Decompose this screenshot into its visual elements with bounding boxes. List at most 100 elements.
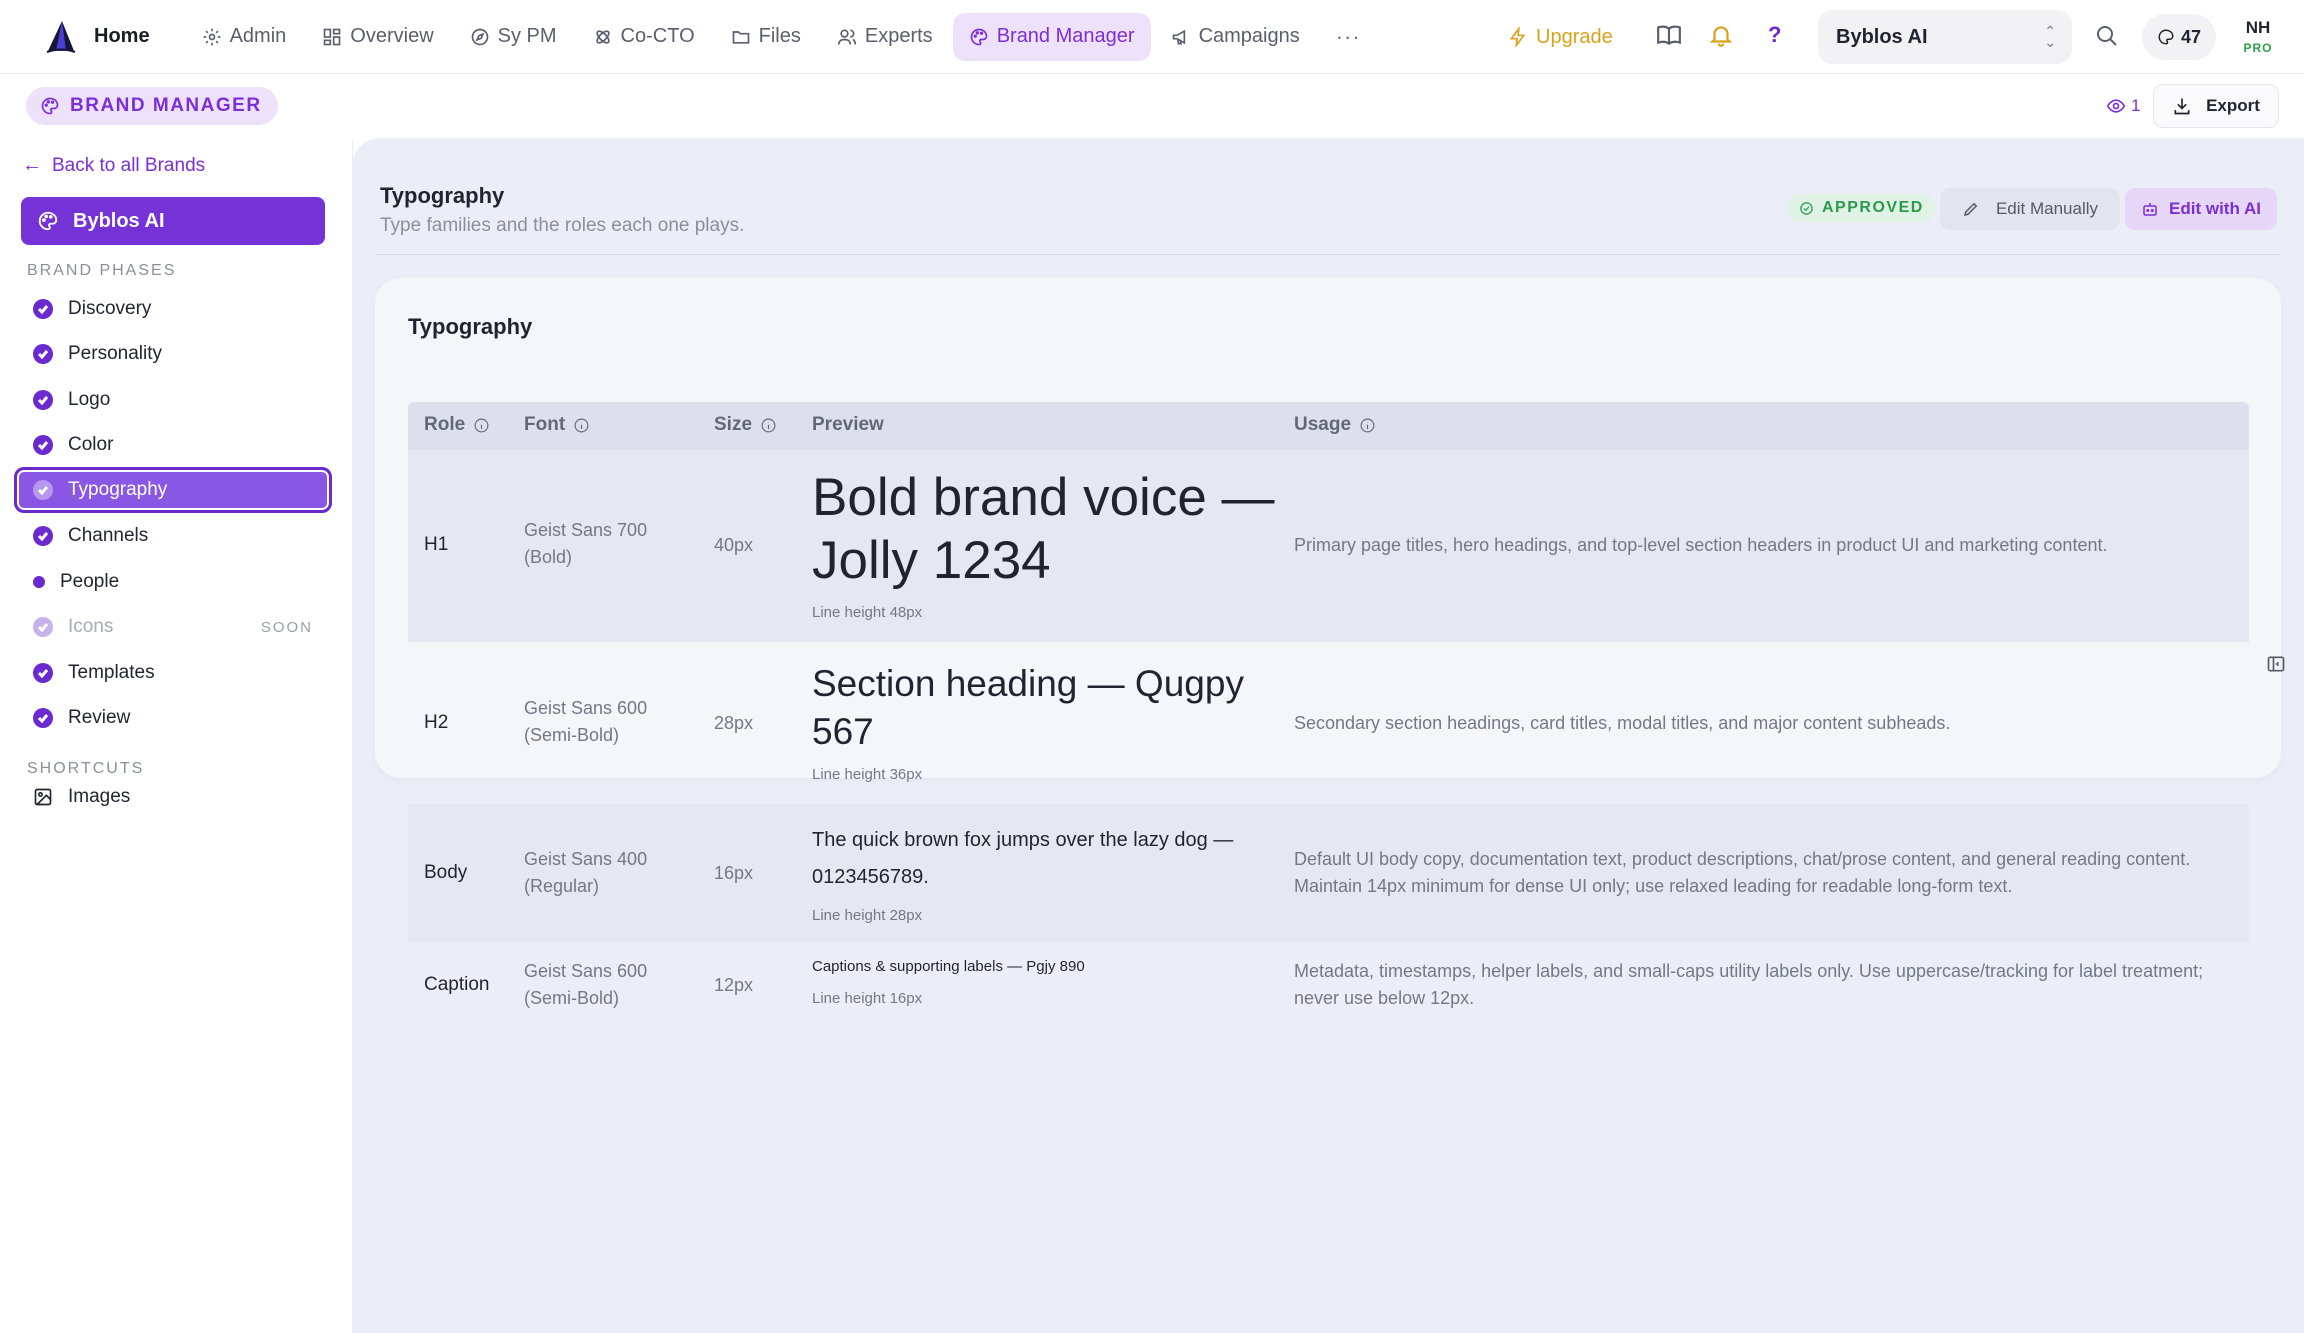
sidebar-item-label: People — [60, 571, 120, 592]
image-icon — [34, 788, 52, 806]
soon-badge: SOON — [260, 618, 313, 636]
grid-icon — [323, 28, 341, 45]
column-preview-label: Preview — [812, 414, 884, 435]
export-button[interactable]: Export — [2153, 84, 2279, 128]
sidebar-item-label: Personality — [68, 343, 162, 364]
edit-manually-button[interactable]: Edit Manually — [1940, 188, 2120, 230]
credits-count: 47 — [2180, 26, 2202, 47]
info-icon[interactable] — [473, 417, 490, 434]
column-role: Role — [424, 414, 490, 436]
lightning-icon — [1509, 27, 1526, 47]
sidebar-item-logo[interactable]: Logo — [33, 382, 333, 418]
row-size: 12px — [714, 975, 754, 995]
compass-icon — [471, 28, 488, 45]
search-icon[interactable] — [2095, 24, 2119, 48]
check-circle-icon — [33, 526, 53, 546]
viewers-count: 1 — [2131, 96, 2141, 115]
brand-manager-pill-label: BRAND MANAGER — [70, 95, 262, 116]
nav-admin-label: Admin — [229, 25, 287, 47]
sidebar-item-review[interactable]: Review — [33, 700, 333, 736]
nav-admin[interactable]: Admin — [186, 13, 303, 61]
sidebar: ← Back to all Brands Byblos AI BRAND PHA… — [0, 140, 352, 1333]
nav-co-cto[interactable]: Co-CTO — [577, 13, 711, 61]
sidebar-item-color[interactable]: Color — [33, 427, 333, 463]
back-to-brands-link[interactable]: ← Back to all Brands — [22, 154, 205, 177]
main-panel: Typography Type families and the roles e… — [352, 138, 2304, 1333]
check-circle-icon — [1800, 201, 1813, 215]
nav-home[interactable]: Home — [90, 13, 166, 61]
sidebar-item-typography[interactable]: Typography — [14, 467, 332, 513]
sidebar-item-label: Channels — [68, 525, 149, 546]
sidebar-item-templates[interactable]: Templates — [33, 655, 333, 691]
sidebar-item-label: Color — [68, 434, 114, 455]
credits-badge[interactable]: 47 — [2142, 14, 2216, 60]
sidebar-item-label: Discovery — [68, 298, 152, 319]
gear-icon — [203, 28, 220, 45]
row-size: 16px — [714, 863, 754, 883]
nav-files[interactable]: Files — [715, 13, 817, 61]
bell-icon[interactable] — [1708, 22, 1734, 48]
nav-files-label: Files — [758, 25, 801, 47]
sidebar-item-channels[interactable]: Channels — [33, 518, 333, 554]
row-line-height: Line height 16px — [812, 990, 923, 1007]
nav-overview-label: Overview — [350, 25, 434, 47]
nav-sy-pm[interactable]: Sy PM — [454, 13, 573, 61]
row-preview: Section heading — Qugpy 567 — [812, 663, 1244, 752]
row-font: Geist Sans 600 (Semi-Bold) — [524, 698, 648, 745]
row-usage: Default UI body copy, documentation text… — [1294, 849, 2191, 896]
nav-brand-manager[interactable]: Brand Manager — [952, 12, 1151, 61]
chevron-updown-icon: ⌃ ⌄ — [2044, 23, 2056, 50]
info-icon[interactable] — [573, 417, 590, 434]
help-icon[interactable]: ? — [1768, 22, 1781, 48]
status-badge: APPROVED — [1787, 194, 1936, 222]
upgrade-button[interactable]: Upgrade — [1508, 13, 1613, 61]
sidebar-item-label: Review — [68, 707, 131, 728]
viewers-indicator[interactable]: 1 — [2106, 96, 2140, 116]
row-preview: The quick brown fox jumps over the lazy … — [812, 829, 1234, 888]
sidebar-item-images[interactable]: Images — [33, 786, 130, 808]
card-title: Typography — [408, 314, 533, 339]
avatar-initials: NH — [2245, 18, 2271, 37]
sidebar-item-discovery[interactable]: Discovery — [33, 291, 333, 327]
sidebar-brand-byblos[interactable]: Byblos AI — [21, 197, 325, 245]
info-icon[interactable] — [760, 417, 777, 434]
check-circle-icon — [33, 390, 53, 410]
more-menu-icon[interactable]: ··· — [1320, 24, 1377, 50]
nav-overview[interactable]: Overview — [306, 13, 449, 61]
row-line-height: Line height 48px — [812, 604, 923, 621]
sidebar-item-label: Templates — [68, 662, 155, 683]
table-header: Role Font Size Preview Usage — [408, 402, 2249, 450]
sidebar-item-personality[interactable]: Personality — [33, 336, 333, 372]
nav-experts-label: Experts — [864, 25, 933, 47]
row-role: H2 — [424, 712, 449, 733]
export-label: Export — [2206, 96, 2260, 115]
row-font: Geist Sans 600 (Semi-Bold) — [524, 961, 648, 1008]
row-usage: Primary page titles, hero headings, and … — [1294, 535, 2108, 555]
table-row: H2 Geist Sans 600 (Semi-Bold) 28px Secti… — [408, 642, 2249, 804]
panel-collapse-icon[interactable] — [2266, 654, 2286, 674]
palette-icon — [41, 97, 59, 115]
nav-campaigns[interactable]: Campaigns — [1155, 13, 1316, 61]
brand-selector[interactable]: Byblos AI ⌃ ⌄ — [1818, 10, 2072, 64]
avatar[interactable]: NH PRO — [2236, 18, 2280, 55]
app-logo-icon[interactable] — [44, 19, 78, 55]
folder-icon — [732, 30, 749, 44]
book-icon[interactable] — [1656, 22, 1682, 48]
row-font: Geist Sans 700 (Bold) — [524, 520, 648, 567]
typography-card: Typography Role Font Size Preview Usage … — [375, 278, 2281, 1008]
sidebar-item-people[interactable]: People — [33, 564, 333, 600]
eye-icon — [2106, 99, 2126, 113]
check-circle-icon — [33, 663, 53, 683]
palette-icon — [2158, 29, 2174, 45]
check-circle-icon — [33, 708, 53, 728]
nav-experts[interactable]: Experts — [821, 13, 949, 61]
check-circle-icon — [33, 299, 53, 319]
nav-campaigns-label: Campaigns — [1198, 25, 1300, 47]
column-preview: Preview — [812, 414, 884, 436]
check-circle-icon — [33, 435, 53, 455]
robot-icon — [2143, 203, 2157, 216]
info-icon[interactable] — [1359, 417, 1376, 434]
table-row: Body Geist Sans 400 (Regular) 16px The q… — [408, 804, 2249, 942]
edit-with-ai-button[interactable]: Edit with AI — [2125, 188, 2277, 230]
sidebar-item-label: Typography — [68, 479, 168, 500]
